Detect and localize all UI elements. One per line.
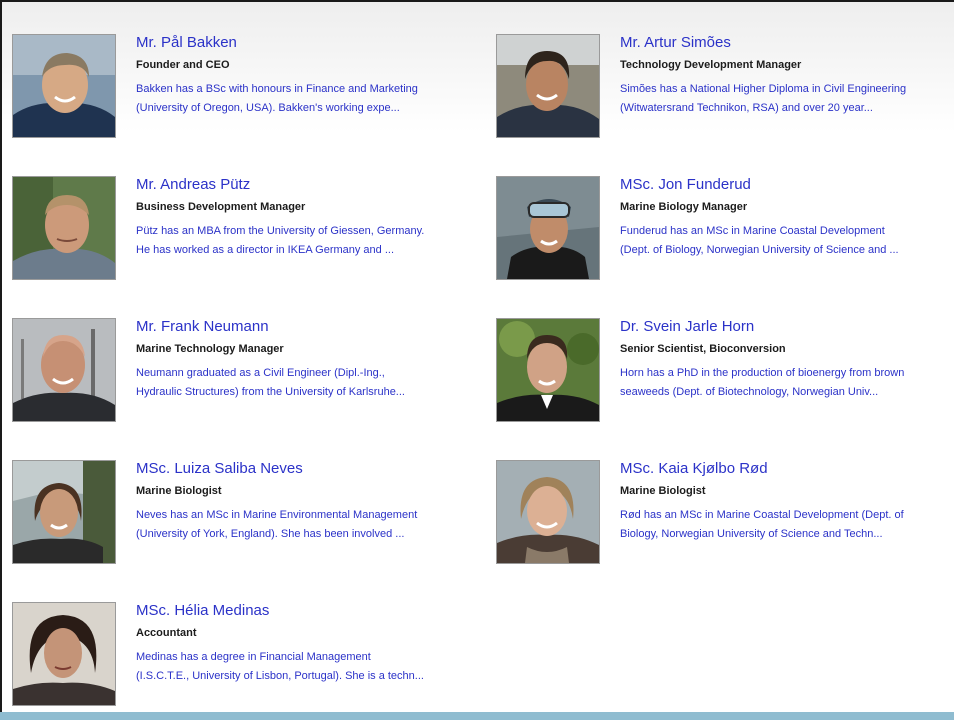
portrait-medinas[interactable] — [12, 602, 116, 706]
member-name-link[interactable]: Dr. Svein Jarle Horn — [620, 318, 954, 336]
member-bio-line: (Witwatersrand Technikon, RSA) and over … — [620, 102, 873, 114]
portrait-putz-image — [13, 177, 115, 279]
member-bio-line: Biology, Norwegian University of Science… — [620, 528, 883, 540]
portrait-bakken-image — [13, 35, 115, 137]
member-name-link[interactable]: MSc. Jon Funderud — [620, 176, 954, 194]
member-name-link[interactable]: Mr. Andreas Pütz — [136, 176, 476, 194]
member-bio-line: (I.S.C.T.E., University of Lisbon, Portu… — [136, 670, 424, 682]
member-bio-line: seaweeds (Dept. of Biotechnology, Norweg… — [620, 386, 879, 398]
member-role: Marine Biology Manager — [620, 201, 748, 213]
member-role: Founder and CEO — [136, 59, 230, 71]
portrait-rod[interactable] — [496, 460, 600, 564]
member-bio[interactable]: Simões has a National Higher Diploma in … — [620, 80, 954, 118]
member-bio-line: (Dept. of Biology, Norwegian University … — [620, 244, 899, 256]
member-bio-line: Neves has an MSc in Marine Environmental… — [136, 509, 418, 521]
team-member-simoes: Mr. Artur Simões Technology Development … — [496, 34, 954, 139]
member-name-link[interactable]: Mr. Artur Simões — [620, 34, 954, 52]
member-bio[interactable]: Bakken has a BSc with honours in Finance… — [136, 80, 476, 118]
member-role: Senior Scientist, Bioconversion — [620, 343, 786, 355]
member-bio-line: Funderud has an MSc in Marine Coastal De… — [620, 225, 885, 237]
member-role: Technology Development Manager — [620, 59, 802, 71]
portrait-funderud[interactable] — [496, 176, 600, 280]
member-name-link[interactable]: MSc. Kaia Kjølbo Rød — [620, 460, 954, 478]
member-bio[interactable]: Medinas has a degree in Financial Manage… — [136, 648, 476, 686]
portrait-funderud-image — [497, 177, 599, 279]
member-bio[interactable]: Funderud has an MSc in Marine Coastal De… — [620, 222, 954, 260]
member-bio-line: Bakken has a BSc with honours in Finance… — [136, 83, 418, 95]
portrait-neves[interactable] — [12, 460, 116, 564]
team-member-bakken: Mr. Pål Bakken Founder and CEO Bakken ha… — [12, 34, 482, 139]
team-member-neumann: Mr. Frank Neumann Marine Technology Mana… — [12, 318, 482, 423]
member-role: Marine Biologist — [136, 485, 222, 497]
portrait-neumann[interactable] — [12, 318, 116, 422]
portrait-neumann-image — [13, 319, 115, 421]
member-bio-line: Rød has an MSc in Marine Coastal Develop… — [620, 509, 904, 521]
member-bio[interactable]: Horn has a PhD in the production of bioe… — [620, 364, 954, 402]
member-bio[interactable]: Neves has an MSc in Marine Environmental… — [136, 506, 476, 544]
portrait-horn-image — [497, 319, 599, 421]
member-name-link[interactable]: Mr. Pål Bakken — [136, 34, 476, 52]
team-member-horn: Dr. Svein Jarle Horn Senior Scientist, B… — [496, 318, 954, 423]
member-bio-line: Simões has a National Higher Diploma in … — [620, 83, 907, 95]
member-bio-line: (University of York, England). She has b… — [136, 528, 405, 540]
member-role: Business Development Manager — [136, 201, 306, 213]
portrait-neves-image — [13, 461, 115, 563]
member-name-link[interactable]: MSc. Luiza Saliba Neves — [136, 460, 476, 478]
team-member-neves: MSc. Luiza Saliba Neves Marine Biologist… — [12, 460, 482, 565]
member-name-link[interactable]: Mr. Frank Neumann — [136, 318, 476, 336]
portrait-simoes-image — [497, 35, 599, 137]
member-bio[interactable]: Neumann graduated as a Civil Engineer (D… — [136, 364, 476, 402]
member-bio-line: Neumann graduated as a Civil Engineer (D… — [136, 367, 385, 379]
team-member-putz: Mr. Andreas Pütz Business Development Ma… — [12, 176, 482, 281]
portrait-putz[interactable] — [12, 176, 116, 280]
member-role: Marine Biologist — [620, 485, 706, 497]
portrait-rod-image — [497, 461, 599, 563]
member-bio-line: Hydraulic Structures) from the Universit… — [136, 386, 405, 398]
member-role: Accountant — [136, 627, 197, 639]
portrait-simoes[interactable] — [496, 34, 600, 138]
portrait-horn[interactable] — [496, 318, 600, 422]
member-bio-line: Pütz has an MBA from the University of G… — [136, 225, 425, 237]
member-bio-line: Medinas has a degree in Financial Manage… — [136, 651, 371, 663]
member-bio[interactable]: Rød has an MSc in Marine Coastal Develop… — [620, 506, 954, 544]
team-member-funderud: MSc. Jon Funderud Marine Biology Manager… — [496, 176, 954, 281]
member-bio[interactable]: Pütz has an MBA from the University of G… — [136, 222, 476, 260]
member-bio-line: He has worked as a director in IKEA Germ… — [136, 244, 395, 256]
member-bio-line: Horn has a PhD in the production of bioe… — [620, 367, 905, 379]
bottom-accent-bar — [0, 712, 954, 720]
portrait-medinas-image — [13, 603, 115, 705]
member-name-link[interactable]: MSc. Hélia Medinas — [136, 602, 476, 620]
portrait-bakken[interactable] — [12, 34, 116, 138]
team-grid: Mr. Pål Bakken Founder and CEO Bakken ha… — [0, 0, 954, 712]
team-member-medinas: MSc. Hélia Medinas Accountant Medinas ha… — [12, 602, 482, 707]
member-bio-line: (University of Oregon, USA). Bakken's wo… — [136, 102, 400, 114]
team-member-rod: MSc. Kaia Kjølbo Rød Marine Biologist Rø… — [496, 460, 954, 565]
member-role: Marine Technology Manager — [136, 343, 284, 355]
